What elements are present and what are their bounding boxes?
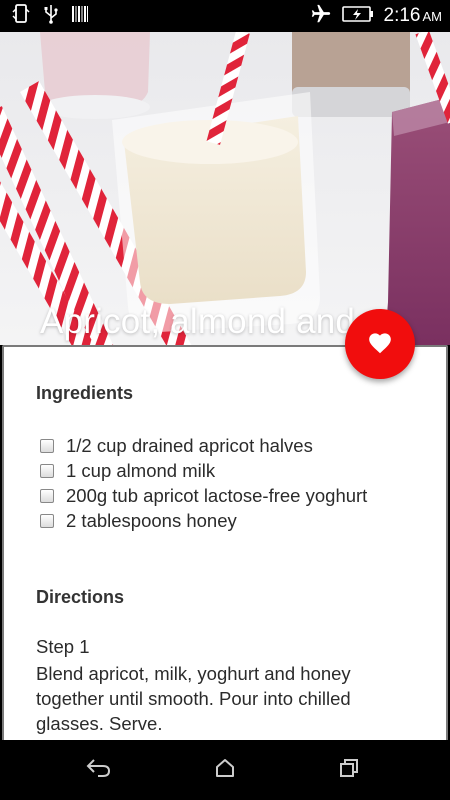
usb-icon bbox=[44, 4, 58, 28]
ingredients-list: 1/2 cup drained apricot halves 1 cup alm… bbox=[40, 433, 367, 533]
ingredient-checkbox[interactable] bbox=[40, 463, 54, 478]
recipe-title: Apricot, almond and… bbox=[40, 302, 391, 341]
ingredient-item[interactable]: 1/2 cup drained apricot halves bbox=[40, 433, 367, 458]
ingredient-item[interactable]: 1 cup almond milk bbox=[40, 458, 367, 483]
favorite-button[interactable] bbox=[345, 309, 415, 379]
ingredient-checkbox[interactable] bbox=[40, 438, 54, 453]
ingredient-label: 1/2 cup drained apricot halves bbox=[66, 434, 313, 456]
ingredient-checkbox[interactable] bbox=[40, 488, 54, 503]
battery-charging-icon bbox=[341, 5, 374, 27]
phone-sync-icon bbox=[12, 4, 30, 28]
heart-icon bbox=[367, 330, 393, 358]
status-clock: 2:16 AM bbox=[384, 5, 442, 27]
clock-time: 2:16 bbox=[383, 5, 421, 26]
home-icon bbox=[214, 757, 236, 783]
clock-ampm: AM bbox=[422, 9, 443, 24]
ingredient-label: 1 cup almond milk bbox=[66, 459, 216, 481]
recipe-hero-image: Apricot, almond and… bbox=[0, 32, 450, 345]
barcode-icon bbox=[72, 5, 88, 27]
recents-button[interactable] bbox=[329, 755, 369, 785]
back-button[interactable] bbox=[79, 755, 119, 785]
recipe-details-card: Ingredients 1/2 cup drained apricot halv… bbox=[2, 345, 448, 740]
ingredient-checkbox[interactable] bbox=[40, 513, 54, 528]
ingredient-label: 2 tablespoons honey bbox=[66, 509, 237, 531]
navigation-bar bbox=[0, 740, 450, 800]
step-label: Step 1 bbox=[36, 636, 90, 657]
home-button[interactable] bbox=[205, 755, 245, 785]
back-icon bbox=[86, 757, 112, 783]
status-bar: 2:16 AM bbox=[0, 0, 450, 32]
ingredients-heading: Ingredients bbox=[36, 383, 134, 403]
step-text: Blend apricot, milk, yoghurt and honey t… bbox=[36, 663, 351, 734]
smoothie-illustration bbox=[0, 32, 450, 345]
ingredient-item[interactable]: 200g tub apricot lactose-free yoghurt bbox=[40, 483, 367, 508]
ingredient-label: 200g tub apricot lactose-free yoghurt bbox=[66, 484, 368, 506]
recents-icon bbox=[338, 757, 360, 783]
airplane-mode-icon bbox=[310, 3, 332, 29]
directions-heading: Directions bbox=[36, 587, 125, 607]
ingredient-item[interactable]: 2 tablespoons honey bbox=[40, 508, 367, 533]
